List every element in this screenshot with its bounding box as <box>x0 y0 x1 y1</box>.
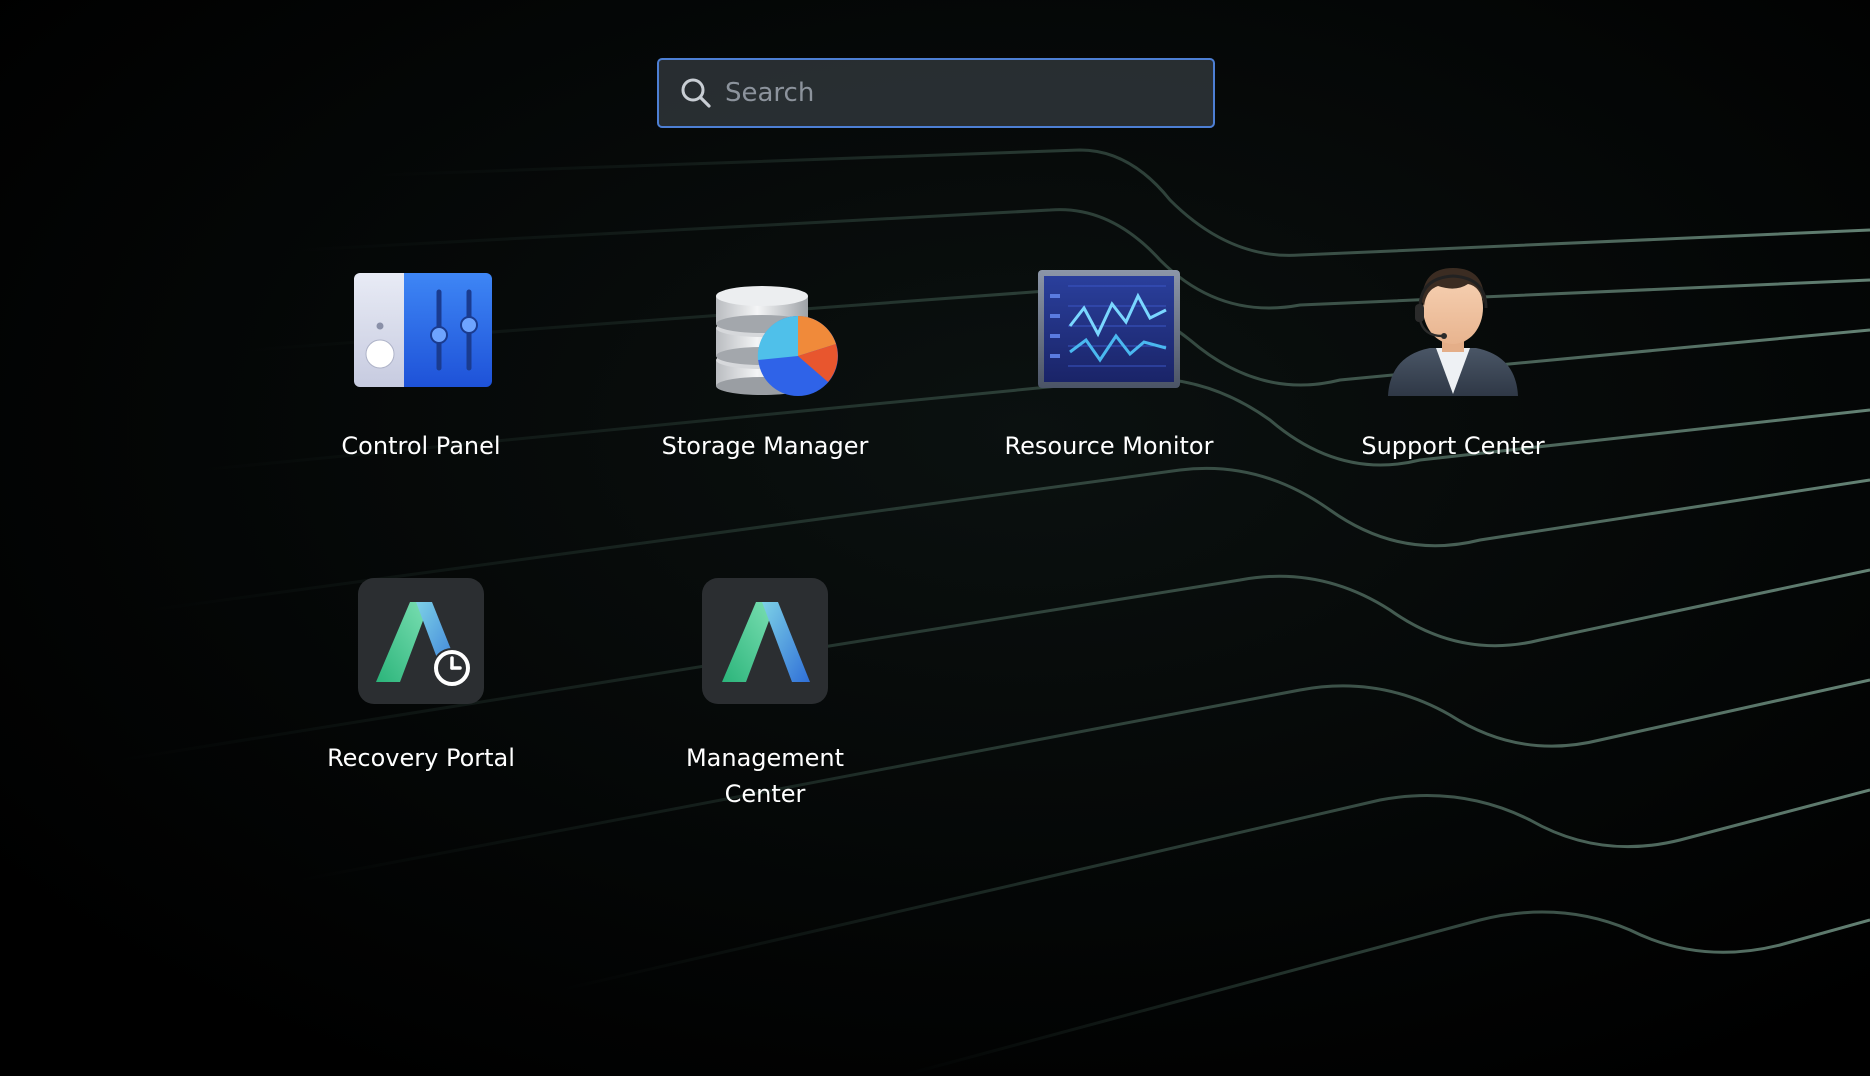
app-control-panel[interactable]: Control Panel <box>271 256 571 464</box>
app-label: Management Center <box>685 744 845 808</box>
app-label: Control Panel <box>341 432 501 460</box>
control-panel-icon <box>354 273 492 387</box>
resource-monitor-icon <box>1038 270 1180 388</box>
app-label: Recovery Portal <box>327 744 515 772</box>
desktop-wallpaper <box>0 0 1870 1076</box>
search-icon <box>681 78 711 108</box>
search-input[interactable] <box>723 62 1199 124</box>
app-support-center[interactable]: Support Center <box>1303 256 1603 464</box>
search-bar[interactable] <box>657 58 1215 128</box>
app-label: Support Center <box>1361 432 1545 460</box>
support-center-icon <box>1388 268 1518 396</box>
app-management-center[interactable]: Management Center <box>615 568 915 812</box>
app-label: Resource Monitor <box>1004 432 1214 460</box>
storage-manager-icon <box>716 286 838 396</box>
app-label: Storage Manager <box>661 432 869 460</box>
app-recovery-portal[interactable]: Recovery Portal <box>271 568 571 776</box>
recovery-portal-icon <box>358 578 484 704</box>
management-center-icon <box>702 578 828 704</box>
app-storage-manager[interactable]: Storage Manager <box>615 256 915 464</box>
app-resource-monitor[interactable]: Resource Monitor <box>959 256 1259 464</box>
